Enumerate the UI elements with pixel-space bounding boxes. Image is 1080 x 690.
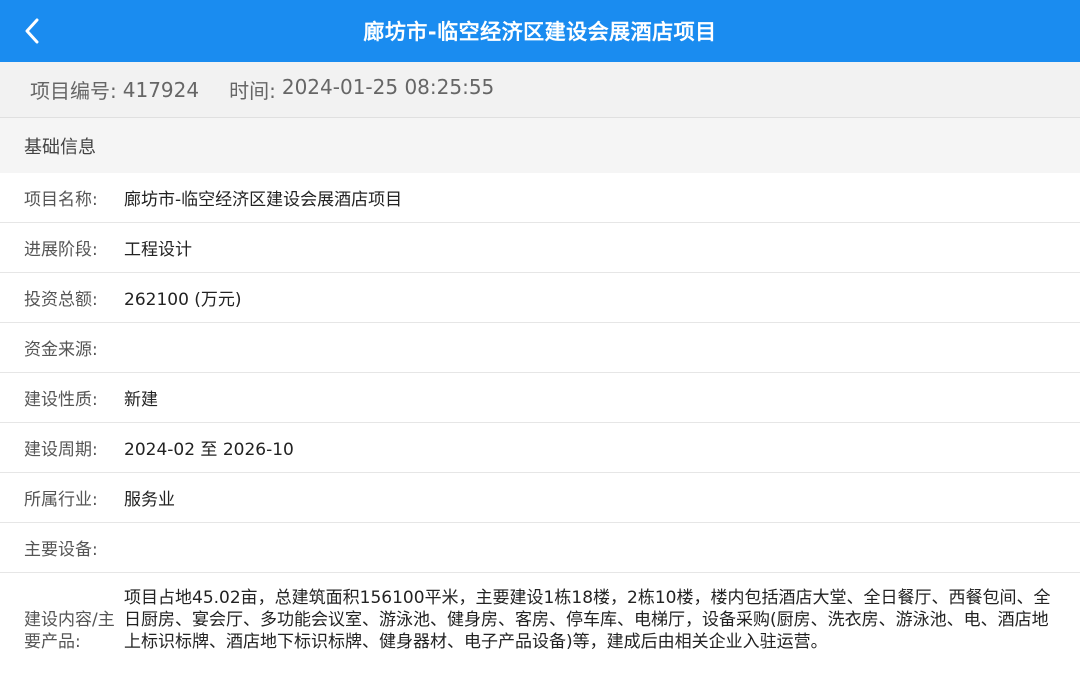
field-list: 项目名称: 廊坊市-临空经济区建设会展酒店项目 进展阶段: 工程设计 投资总额:… <box>0 173 1080 688</box>
field-label: 所属行业: <box>24 490 98 510</box>
page-title: 廊坊市-临空经济区建设会展酒店项目 <box>363 20 717 44</box>
field-value: 项目占地45.02亩，总建筑面积156100平米，主要建设1栋18楼，2栋10楼… <box>124 588 1051 652</box>
field-row-period: 建设周期: 2024-02 至 2026-10 <box>0 423 1080 473</box>
field-label: 项目名称: <box>24 190 98 210</box>
project-no-label: 项目编号: <box>30 79 117 103</box>
field-label: 建设性质: <box>24 390 98 410</box>
section-basic-info: 基础信息 <box>0 118 1080 173</box>
field-value: 服务业 <box>124 490 175 510</box>
project-meta: 项目编号: 417924 时间: 2024-01-25 08:25:55 <box>0 62 1080 118</box>
back-button[interactable] <box>14 12 50 50</box>
time-group: 时间: 2024-01-25 08:25:55 <box>229 75 494 104</box>
field-row-funding-source: 资金来源: <box>0 323 1080 373</box>
field-label: 主要设备: <box>24 540 98 560</box>
field-label: 投资总额: <box>24 290 98 310</box>
field-value: 2024-02 至 2026-10 <box>124 440 294 460</box>
field-value: 新建 <box>124 390 158 410</box>
field-row-nature: 建设性质: 新建 <box>0 373 1080 423</box>
field-row-stage: 进展阶段: 工程设计 <box>0 223 1080 273</box>
field-row-project-name: 项目名称: 廊坊市-临空经济区建设会展酒店项目 <box>0 173 1080 223</box>
field-label: 进展阶段: <box>24 240 98 260</box>
field-value: 廊坊市-临空经济区建设会展酒店项目 <box>124 190 403 210</box>
field-row-equipment: 主要设备: <box>0 523 1080 573</box>
field-value: 262100 (万元) <box>124 290 242 310</box>
project-no-value: 417924 <box>122 77 200 102</box>
time-label: 时间: <box>229 79 276 103</box>
field-row-investment: 投资总额: 262100 (万元) <box>0 273 1080 323</box>
time-value: 2024-01-25 08:25:55 <box>281 75 495 99</box>
field-row-industry: 所属行业: 服务业 <box>0 473 1080 523</box>
field-label: 资金来源: <box>24 340 98 360</box>
field-label: 建设周期: <box>24 440 98 460</box>
field-value: 工程设计 <box>124 240 192 260</box>
chevron-left-icon <box>25 18 39 44</box>
header-bar: 廊坊市-临空经济区建设会展酒店项目 <box>0 0 1080 62</box>
field-row-content: 建设内容/主要产品: 项目占地45.02亩，总建筑面积156100平米，主要建设… <box>0 573 1080 688</box>
field-label: 建设内容/主要产品: <box>24 610 115 652</box>
